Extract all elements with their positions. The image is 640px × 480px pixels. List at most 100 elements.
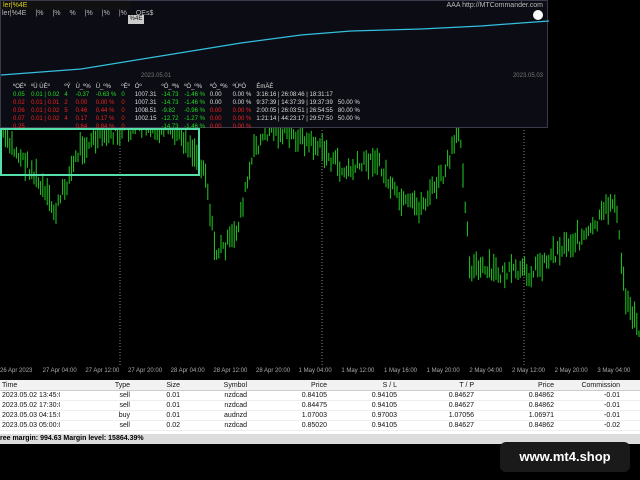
- x-axis-label: 27 Apr 04:00: [42, 368, 77, 374]
- stats-header: ºÙºÓ: [232, 84, 247, 90]
- terminal-column-header[interactable]: Price: [247, 380, 327, 390]
- stats-cell: 1007.31: [134, 92, 157, 98]
- toolbar-item[interactable]: OEs$: [136, 10, 154, 22]
- x-axis-label: 2 May 12:00: [512, 368, 546, 374]
- toolbar-item[interactable]: %: [69, 10, 75, 22]
- stats-cell: 0: [121, 108, 125, 114]
- order-row[interactable]: 2023.05.02 13:45:01 sell 0.01 nzdcad 0.84105…: [0, 391, 640, 401]
- order-row[interactable]: 2023.05.03 04:15:02 buy 0.01 audnzd 1.07003 0…: [0, 411, 640, 421]
- stats-cell: 0.25: [13, 124, 25, 130]
- terminal-column-header[interactable]: Time: [0, 380, 60, 390]
- stats-cell: [135, 123, 162, 131]
- x-axis-label: 2 May 20:00: [554, 368, 588, 374]
- x-axis-label: 28 Apr 12:00: [213, 368, 248, 374]
- stats-cell: 0.01 | 0.02: [31, 116, 60, 122]
- stats-header: Ù_º%: [75, 84, 91, 90]
- stats-cell: 0: [121, 116, 125, 122]
- stats-cell: 0.00 %: [232, 108, 252, 114]
- order-row[interactable]: 2023.05.02 17:30:01 sell 0.01 nzdcad 0.84475…: [0, 401, 640, 411]
- stats-cell: 0: [121, 92, 125, 98]
- stats-header: ºÓ_º%: [184, 84, 202, 90]
- order-cell: 2023.05.02 13:45:01: [2, 392, 60, 399]
- x-axis-label: 3 May 04:00: [597, 368, 631, 374]
- terminal-column-header[interactable]: Price: [474, 380, 554, 390]
- order-cell: nzdcad: [224, 422, 247, 429]
- stats-cell: -0.63 %: [95, 92, 117, 98]
- stats-row: 0.25 0.84 0.84 % 0 -14.73 -1.46 % 0.00 0.00 %: [13, 123, 365, 131]
- terminal-column-header[interactable]: S / L: [327, 380, 397, 390]
- x-axis-label: 1 May 20:00: [426, 368, 460, 374]
- order-cell: 0.94105: [371, 422, 397, 429]
- stats-cell: 0.01 | 0.02: [31, 108, 60, 114]
- stats-cell: 4: [64, 116, 68, 122]
- stats-cell: 0.00 %: [232, 124, 252, 130]
- stats-cell: 5: [64, 108, 68, 114]
- stats-cell: 0.06: [13, 108, 25, 114]
- order-cell: -0.01: [604, 412, 620, 419]
- terminal-column-header[interactable]: Type: [60, 380, 130, 390]
- terminal-column-header[interactable]: Commission: [554, 380, 630, 390]
- order-cell: 0.84862: [528, 422, 554, 429]
- order-cell: sell: [119, 402, 130, 409]
- toolbar-item[interactable]: |%: [52, 10, 60, 22]
- x-axis-label: 1 May 16:00: [384, 368, 418, 374]
- order-cell: 0.94105: [371, 392, 397, 399]
- panel-date-end: 2023.05.03: [512, 73, 543, 79]
- stats-cell: 4: [64, 92, 68, 98]
- stats-cell: 1:21:14 | 44:23:17 | 29:57:50: [256, 116, 333, 122]
- x-axis-label: 27 Apr 12:00: [85, 368, 120, 374]
- terminal-column-header[interactable]: Symbol: [180, 380, 247, 390]
- stats-header: ºÓ_º%: [209, 84, 228, 90]
- watermark: www.mt4.shop: [500, 442, 630, 472]
- stats-cell: 0: [121, 100, 125, 106]
- stats-row: 0.07 0.01 | 0.02 4 0.17 0.17 % 0 1002.15 -12.72…: [13, 115, 365, 123]
- stats-cell: -14.73: [161, 100, 179, 106]
- order-cell: 0.84862: [528, 402, 554, 409]
- trading-range-box: [0, 128, 200, 176]
- stats-header-row: ºOÉº ºÜ ÙÉº ºÝ Ù_º% Ù_º% ºÉº Óº ºÓ_º% ºÓ_º% ºÓ_º%…: [13, 83, 365, 91]
- order-cell: 0.97003: [371, 412, 397, 419]
- stats-cell: 0.00: [209, 92, 222, 98]
- stats-cell: 0.02: [13, 100, 25, 106]
- order-cell: 0.01: [166, 412, 180, 419]
- stats-cell: 0.01 | 0.02: [31, 92, 60, 98]
- stats-cell: -1.46 %: [184, 100, 205, 106]
- order-cell: audnzd: [224, 412, 247, 419]
- stats-cell: [338, 91, 365, 99]
- stats-cell: 0: [121, 124, 125, 130]
- order-cell: -0.01: [604, 392, 620, 399]
- order-cell: 0.84862: [528, 392, 554, 399]
- toolbar-item[interactable]: ler|%4E: [2, 10, 26, 22]
- x-axis: 26 Apr 2023 27 Apr 04:00 27 Apr 12:00 27 Ap…: [0, 366, 640, 378]
- stats-header: ÉmÄÉ: [256, 84, 274, 90]
- order-cell: 0.94105: [371, 402, 397, 409]
- terminal-column-header[interactable]: T / P: [397, 380, 474, 390]
- order-cell: 1.07056: [448, 412, 474, 419]
- toolbar-item[interactable]: |%: [102, 10, 110, 22]
- order-cell: nzdcad: [224, 392, 247, 399]
- stats-row: 0.06 0.01 | 0.02 5 0.46 0.44 % 0 1008.51 -9.82 -…: [13, 107, 365, 115]
- stats-header: ºÜ ÙÉº: [31, 84, 50, 90]
- toolbar-item[interactable]: |%: [119, 10, 127, 22]
- stats-cell: 0.07: [13, 116, 25, 122]
- stats-row: 0.05 0.01 | 0.02 4 -0.37 -0.63 % 0 1007.31 -14.…: [13, 91, 365, 99]
- toolbar-item[interactable]: |%: [35, 10, 43, 22]
- order-cell: 0.84475: [301, 402, 327, 409]
- stats-cell: 2: [64, 100, 68, 106]
- stats-cell: -14.73: [161, 124, 179, 130]
- order-row[interactable]: 2023.05.03 05:00:02 sell 0.02 nzdcad 0.85020…: [0, 421, 640, 431]
- x-axis-label: 28 Apr 20:00: [256, 368, 291, 374]
- terminal-column-header[interactable]: Size: [130, 380, 180, 390]
- stats-cell: 1008.51: [134, 108, 157, 114]
- stats-cell: -14.73: [161, 92, 179, 98]
- toolbar-item[interactable]: |%: [85, 10, 93, 22]
- stats-cell: 0.17 %: [95, 116, 115, 122]
- x-axis-label: 26 Apr 2023: [0, 368, 33, 374]
- x-axis-label: 1 May 12:00: [341, 368, 375, 374]
- stats-cell: [31, 123, 64, 131]
- order-cell: -0.01: [604, 402, 620, 409]
- order-cell: 1.06971: [528, 412, 554, 419]
- order-cell: buy: [118, 412, 130, 419]
- terminal-header: Time Type Size Symbol Price S / LT / P Price Co…: [0, 380, 640, 391]
- stats-cell: 0.01 | 0.01: [31, 100, 60, 106]
